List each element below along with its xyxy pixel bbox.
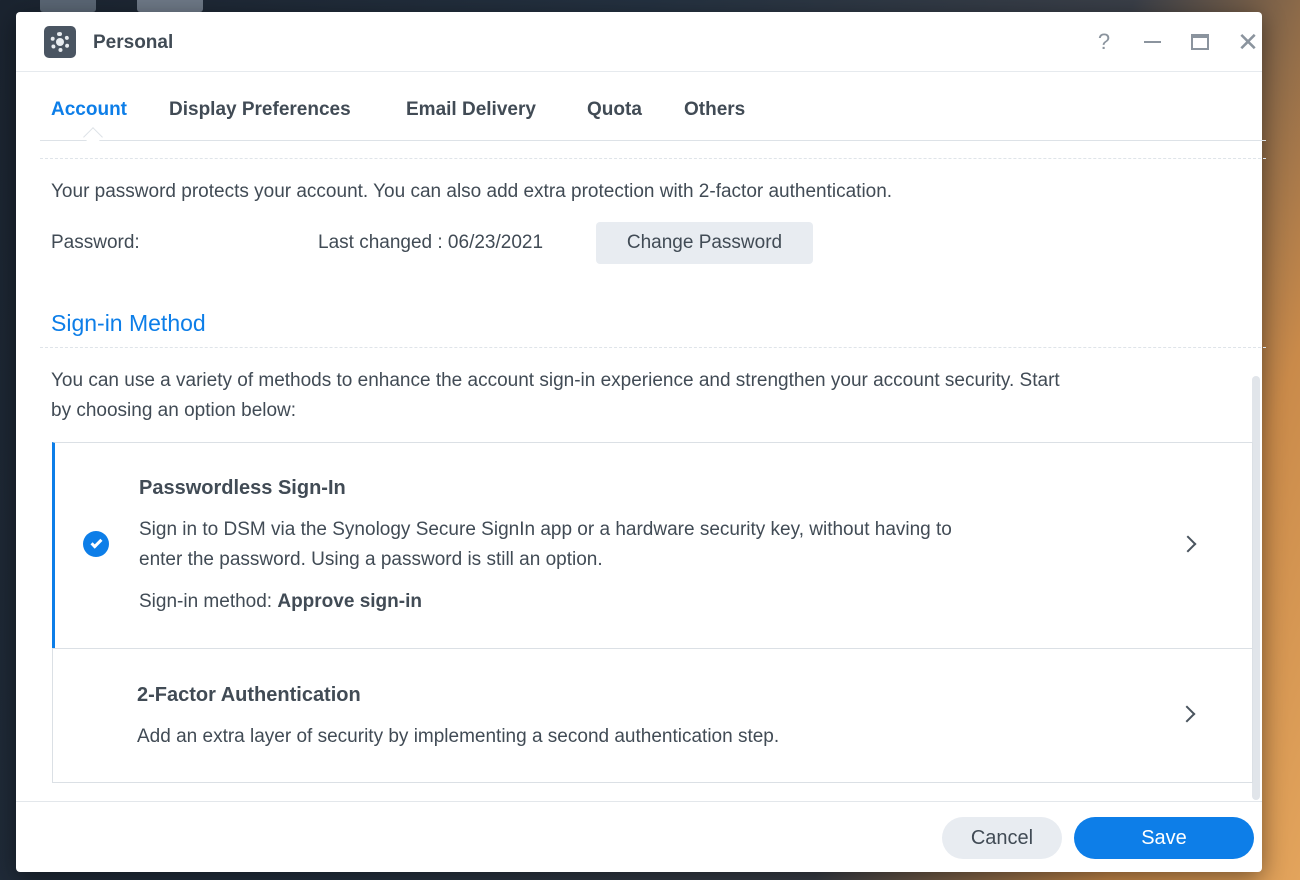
two-factor-authentication-option[interactable]: 2-Factor Authentication Add an extra lay… bbox=[52, 648, 1253, 783]
cancel-button[interactable]: Cancel bbox=[942, 817, 1062, 859]
help-icon[interactable]: ? bbox=[1090, 28, 1118, 56]
option-description-line1: Sign in to DSM via the Synology Secure S… bbox=[139, 519, 952, 540]
sign-in-method-heading: Sign-in Method bbox=[51, 310, 206, 336]
divider bbox=[40, 347, 1266, 348]
maximize-icon[interactable] bbox=[1186, 28, 1214, 56]
option-sign-in-method: Sign-in method: Approve sign-in bbox=[139, 591, 422, 613]
scrollbar[interactable] bbox=[1252, 376, 1260, 800]
option-title: Passwordless Sign-In bbox=[139, 477, 346, 499]
option-description-line2: enter the password. Using a password is … bbox=[139, 549, 603, 570]
close-icon[interactable]: ✕ bbox=[1234, 28, 1262, 56]
sign-in-method-label: Sign-in method: bbox=[139, 591, 278, 612]
tab-email-delivery[interactable]: Email Delivery bbox=[406, 99, 536, 121]
tab-others[interactable]: Others bbox=[684, 99, 745, 121]
tab-bar: Account Display Preferences Email Delive… bbox=[40, 72, 1266, 147]
option-title: 2-Factor Authentication bbox=[137, 684, 361, 706]
chevron-right-icon[interactable] bbox=[1178, 705, 1196, 723]
tab-quota[interactable]: Quota bbox=[587, 99, 642, 121]
save-button[interactable]: Save bbox=[1074, 817, 1254, 859]
title-bar[interactable]: Personal ? ✕ bbox=[16, 12, 1262, 72]
password-label: Password: bbox=[51, 232, 140, 253]
gear-icon bbox=[50, 32, 70, 52]
password-last-changed: Last changed : 06/23/2021 bbox=[318, 232, 544, 253]
check-circle-icon bbox=[83, 531, 109, 557]
desktop-icon[interactable] bbox=[40, 0, 96, 12]
chevron-right-icon[interactable] bbox=[1179, 535, 1197, 553]
dialog-footer: Cancel Save bbox=[16, 801, 1262, 872]
divider bbox=[40, 158, 1266, 159]
personal-app-icon bbox=[44, 26, 76, 58]
sign-in-intro-line1: You can use a variety of methods to enha… bbox=[51, 370, 1060, 391]
desktop-icon[interactable] bbox=[137, 0, 203, 12]
sign-in-method-value: Approve sign-in bbox=[277, 591, 422, 612]
option-description-line1: Add an extra layer of security by implem… bbox=[137, 726, 780, 747]
passwordless-sign-in-option[interactable]: Passwordless Sign-In Sign in to DSM via … bbox=[52, 442, 1253, 649]
window-title: Personal bbox=[93, 32, 174, 53]
sign-in-intro-line2: by choosing an option below: bbox=[51, 400, 297, 421]
account-intro: Your password protects your account. You… bbox=[51, 181, 893, 202]
minimize-icon[interactable] bbox=[1138, 28, 1166, 56]
tab-display-preferences[interactable]: Display Preferences bbox=[169, 99, 351, 121]
change-password-button[interactable]: Change Password bbox=[596, 222, 813, 264]
personal-window: Personal ? ✕ Account Display Preferences… bbox=[16, 12, 1266, 872]
tab-account[interactable]: Account bbox=[51, 99, 127, 121]
active-tab-indicator bbox=[83, 127, 103, 147]
